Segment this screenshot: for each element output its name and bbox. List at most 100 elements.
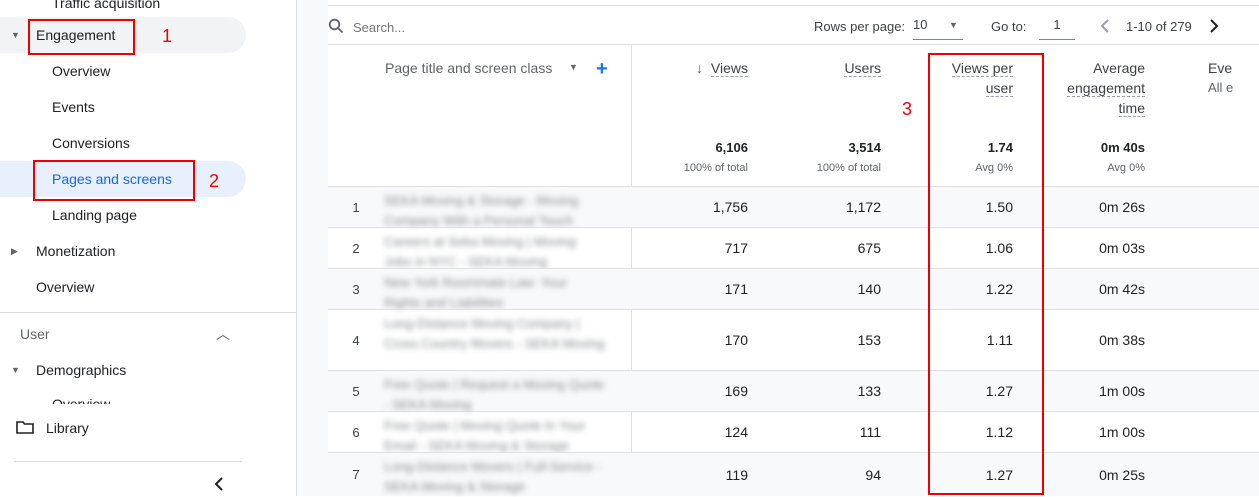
views-cell: 170 (724, 332, 748, 348)
rows-per-page-value: 10 (913, 17, 928, 32)
header-views[interactable]: ↓ Views (668, 58, 748, 78)
users-cell: 94 (865, 466, 881, 483)
page-title-cell: New York Roommate Law: Your Rights and L… (384, 275, 567, 310)
sidebar-item-monetization[interactable]: Monetization (36, 234, 115, 268)
views-cell: 171 (724, 281, 748, 297)
row-index: 7 (352, 467, 360, 482)
sidebar: Traffic acquisition ▼ Engagement Overvie… (0, 0, 297, 496)
search-input[interactable] (353, 18, 553, 36)
page-title-cell: Free Quote | Moving Quote In Your Email … (384, 418, 586, 453)
sidebar-item-demographics-overview-label: Overview (52, 396, 111, 404)
goto-input[interactable]: 1 (1039, 10, 1075, 40)
sidebar-item-demographics[interactable]: Demographics (36, 353, 126, 387)
library-bar (0, 404, 296, 452)
header-avg-engagement-line2-wrap: engagement (1045, 78, 1145, 98)
table-row[interactable]: 2 Careers at Seka Moving | Moving Jobs in… (328, 227, 1259, 269)
row-index: 6 (352, 424, 360, 440)
avg-engagement-cell: 1m 00s (1099, 383, 1145, 399)
annotation-box-1 (28, 19, 135, 55)
row-index: 3 (352, 281, 360, 297)
avg-engagement-cell: 0m 25s (1099, 466, 1145, 483)
sidebar-item-events[interactable]: Events (52, 90, 95, 124)
header-avg-engagement-line2: engagement (1067, 80, 1145, 97)
header-events[interactable]: Eve All e (1208, 58, 1259, 98)
views-cell: 119 (725, 466, 748, 483)
annotation-label-3: 3 (902, 99, 913, 119)
collapse-chevron-left-icon[interactable] (213, 476, 225, 497)
caret-down-icon[interactable]: ▼ (11, 18, 20, 52)
rows-per-page-select[interactable]: 10 ▼ (913, 10, 963, 40)
row-index: 4 (352, 332, 360, 348)
avg-engagement-cell: 1m 00s (1099, 424, 1145, 440)
report-table-card: Rows per page: 10 ▼ Go to: 1 1-10 of 279… (328, 0, 1259, 496)
views-cell: 124 (724, 424, 748, 440)
header-avg-engagement-line3-wrap: time (1045, 98, 1145, 118)
sidebar-item-overview[interactable]: Overview (52, 54, 110, 88)
header-events-line1: Eve (1208, 60, 1233, 76)
table-row[interactable]: 5 Free Quote | Request a Moving Quote - S… (328, 370, 1259, 412)
divider (0, 312, 296, 313)
sidebar-item-landing-page[interactable]: Landing page (52, 198, 137, 232)
annotation-box-2 (33, 160, 195, 201)
avg-engagement-cell: 0m 03s (1099, 240, 1145, 256)
dimension-dropdown-icon[interactable]: ▼ (569, 62, 578, 72)
caret-down-icon[interactable]: ▼ (11, 353, 20, 387)
total-avg-engagement: 0m 40s (1100, 140, 1145, 155)
table-row[interactable]: 3 New York Roommate Law: Your Rights and … (328, 268, 1259, 310)
annotation-label-2: 2 (209, 171, 220, 191)
row-index: 1 (352, 199, 360, 215)
total-avg-engagement-sub: Avg 0% (1107, 162, 1145, 174)
header-avg-engagement-line1: Average (1093, 60, 1145, 76)
main-content: Rows per page: 10 ▼ Go to: 1 1-10 of 279… (297, 0, 1259, 496)
total-views-sub: 100% of total (683, 162, 748, 174)
add-dimension-icon[interactable]: + (596, 58, 608, 81)
page-title-cell: SEKA Moving & Storage - Moving Company W… (384, 193, 579, 228)
total-users: 3,514 (848, 140, 881, 155)
folder-icon (16, 419, 34, 435)
prev-page-icon[interactable] (1100, 6, 1110, 46)
sort-arrow-down-icon: ↓ (696, 60, 704, 76)
avg-engagement-cell: 0m 42s (1099, 281, 1145, 297)
total-users-sub: 100% of total (816, 162, 881, 174)
table-row[interactable]: 7 Long-Distance Movers | Full-Service - S… (328, 452, 1259, 496)
page-title-cell: Free Quote | Request a Moving Quote - SE… (384, 377, 605, 412)
header-views-label: Views (710, 60, 748, 77)
header-events-line2: All e (1208, 80, 1234, 95)
sidebar-item-library[interactable]: Library (46, 411, 89, 445)
header-avg-engagement-line3: time (1118, 100, 1145, 117)
rows-per-page-label: Rows per page: (814, 18, 906, 34)
total-views: 6,106 (715, 140, 748, 155)
page-title-cell: Careers at Seka Moving | Moving Jobs in … (384, 234, 576, 269)
users-cell: 675 (857, 240, 881, 256)
sidebar-item-conversions[interactable]: Conversions (52, 126, 130, 160)
dropdown-caret-icon: ▼ (949, 19, 958, 30)
avg-engagement-cell: 0m 26s (1099, 199, 1145, 215)
table-row[interactable]: 1 SEKA Moving & Storage - Moving Company … (328, 186, 1259, 228)
header-users[interactable]: Users (811, 58, 881, 78)
annotation-label-1: 1 (162, 26, 173, 46)
users-cell: 133 (857, 383, 881, 399)
table-row[interactable]: 4 Long-Distance Moving Company | Cross Co… (328, 309, 1259, 370)
row-index: 2 (352, 240, 360, 256)
users-cell: 140 (857, 281, 881, 297)
dimension-header[interactable]: Page title and screen class (385, 60, 552, 76)
next-page-icon[interactable] (1209, 6, 1219, 46)
search-icon (328, 6, 344, 46)
header-avg-engagement-time[interactable]: Average engagement time (1045, 58, 1145, 118)
pagination-range: 1-10 of 279 (1126, 18, 1192, 34)
section-label-user: User (20, 326, 50, 342)
divider (14, 461, 242, 462)
goto-label: Go to: (991, 18, 1027, 34)
users-cell: 153 (857, 332, 881, 348)
views-cell: 1,756 (712, 199, 748, 215)
table-toolbar: Rows per page: 10 ▼ Go to: 1 1-10 of 279 (328, 5, 1259, 45)
sidebar-item-demographics-overview[interactable]: Overview (52, 388, 110, 404)
table-row[interactable]: 6 Free Quote | Moving Quote In Your Email… (328, 411, 1259, 453)
page-title-cell: Long-Distance Moving Company | Cross Cou… (384, 316, 605, 351)
sidebar-item-monetization-overview[interactable]: Overview (36, 270, 94, 304)
page-title-cell: Long-Distance Movers | Full-Service - SE… (384, 459, 602, 494)
chevron-up-icon[interactable]: ︿ (216, 324, 230, 344)
annotation-box-3 (928, 53, 1044, 495)
caret-right-icon[interactable]: ▶ (11, 234, 18, 268)
row-index: 5 (352, 383, 360, 399)
